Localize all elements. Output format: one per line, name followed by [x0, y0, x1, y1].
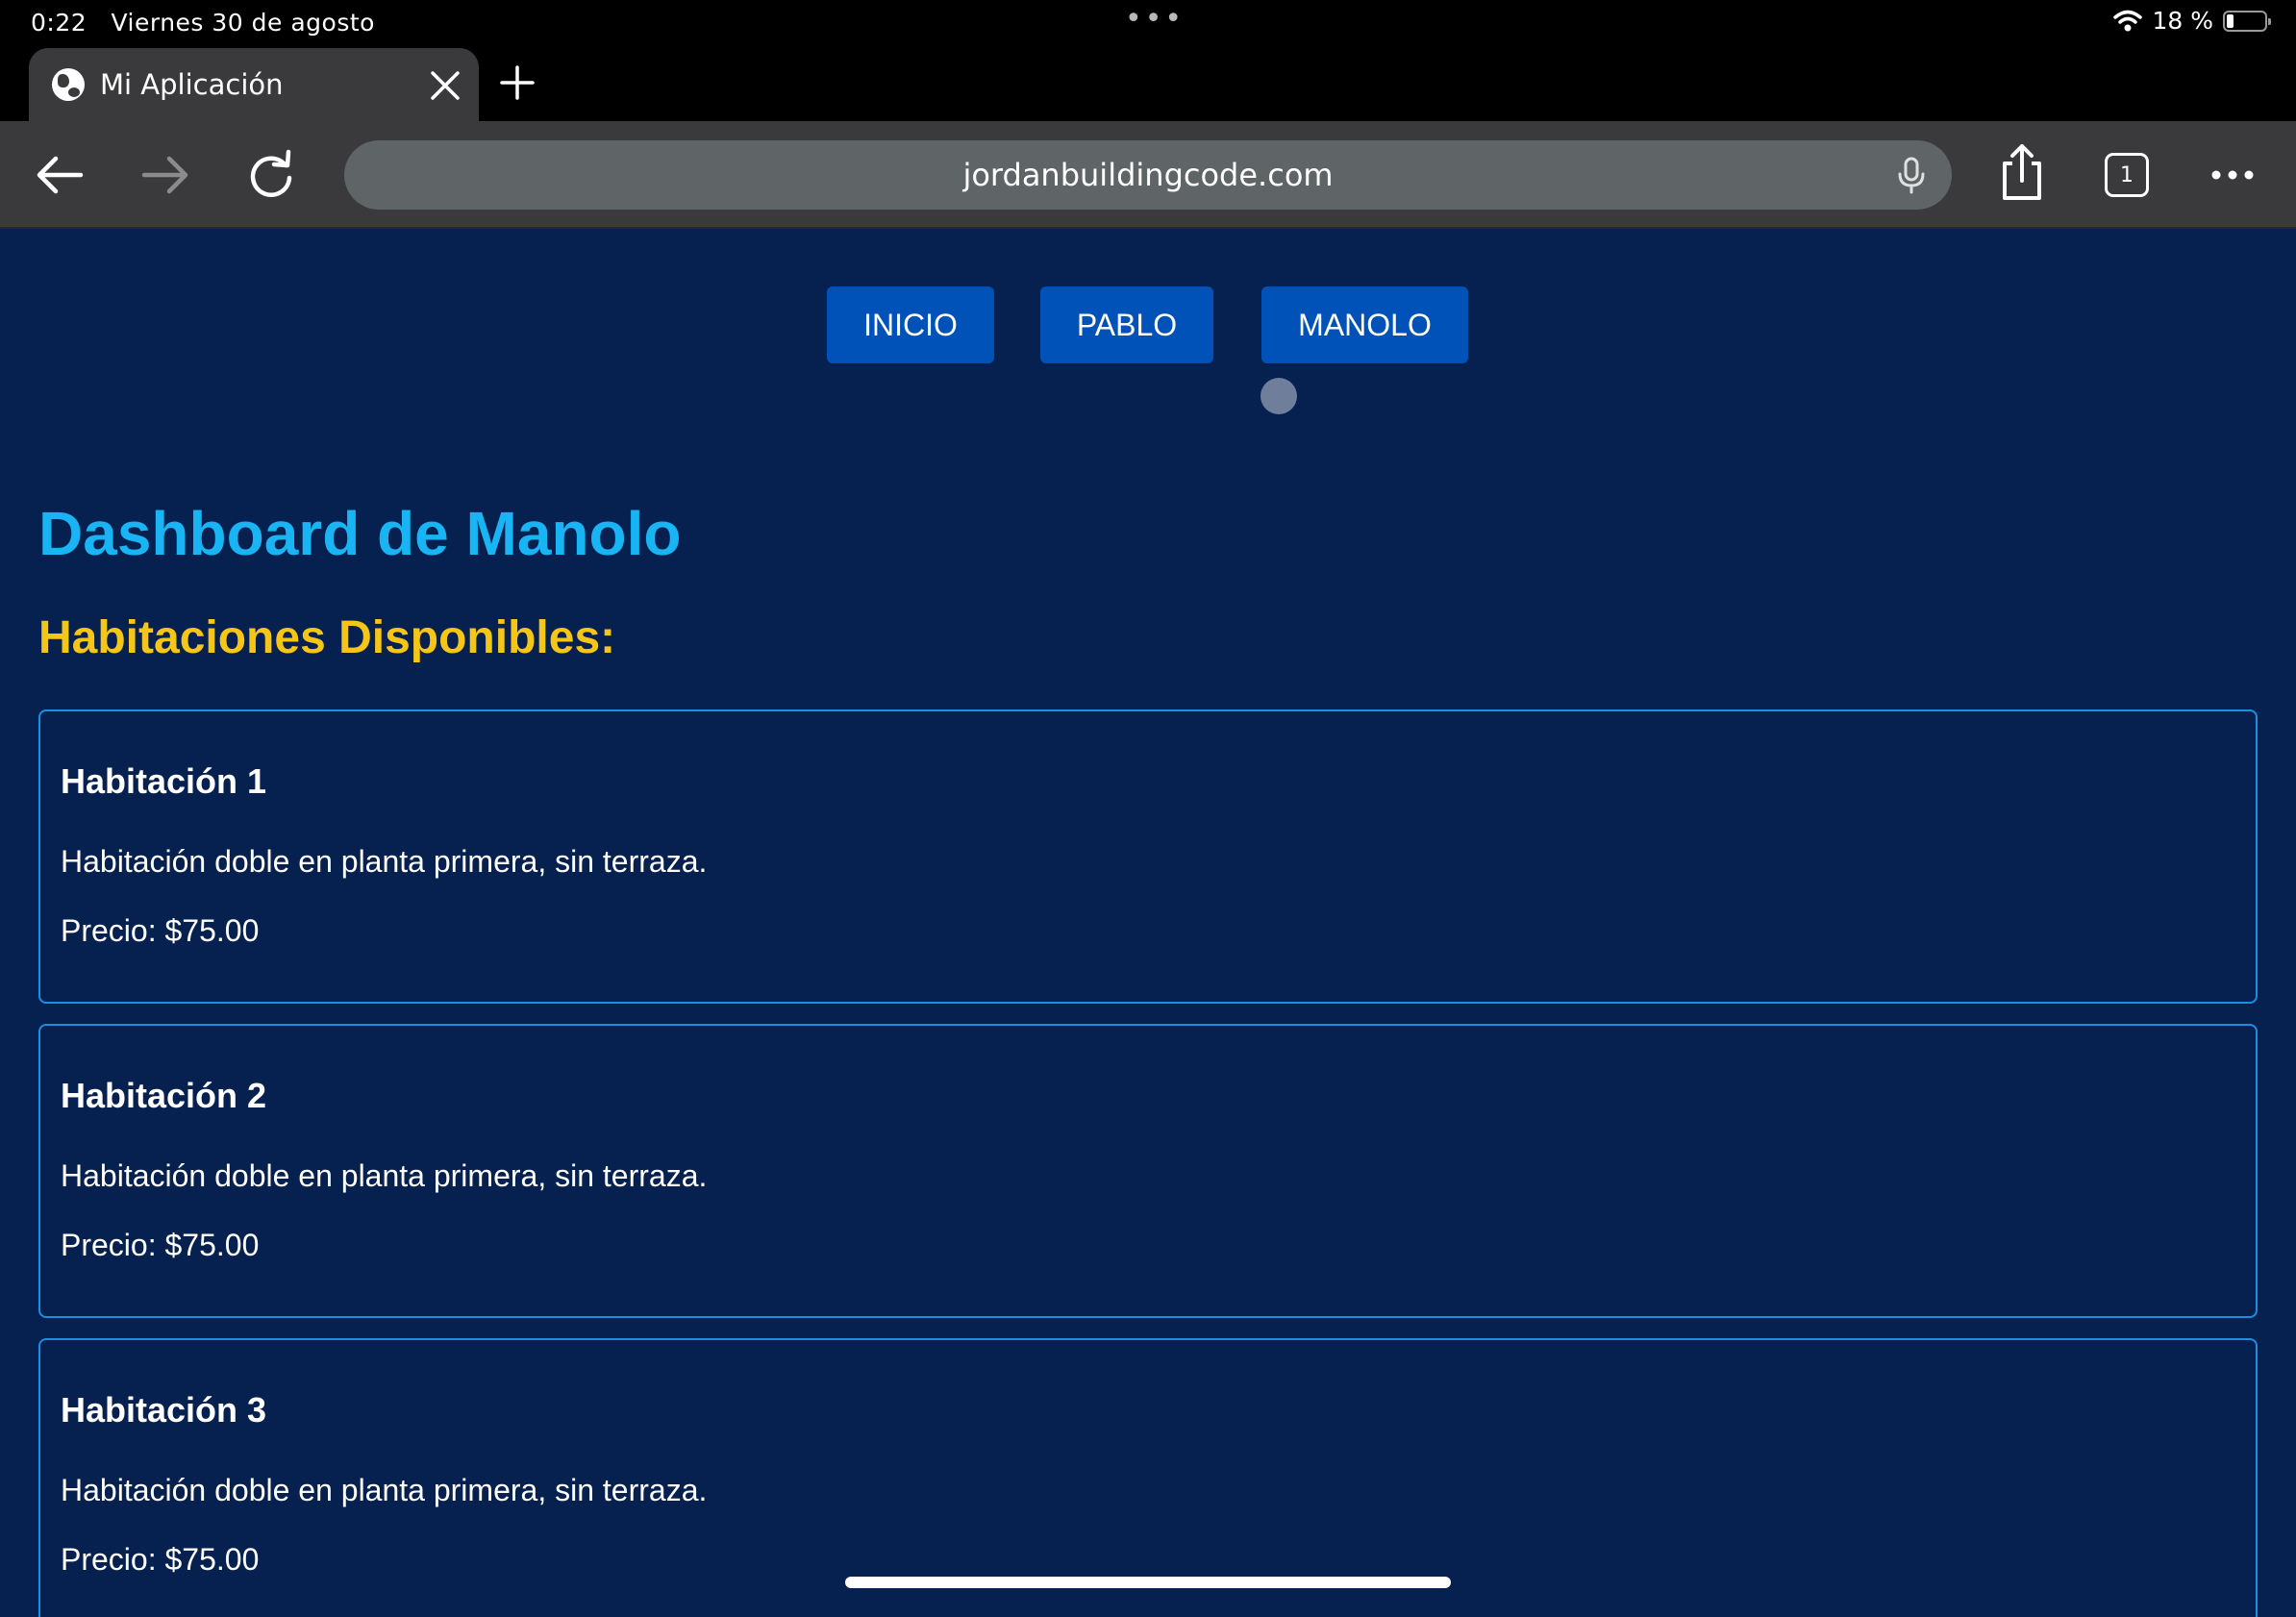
room-name: Habitación 2 — [61, 1076, 267, 1115]
wifi-icon — [2113, 10, 2143, 31]
tab-bar: Mi Aplicación — [0, 44, 2296, 121]
battery-fill — [2227, 13, 2234, 28]
plus-icon[interactable] — [498, 63, 537, 102]
room-name: Habitación 1 — [61, 761, 267, 801]
url-text: jordanbuildingcode.com — [962, 157, 1334, 193]
room-price: Precio: $75.00 — [61, 913, 260, 948]
page-content: INICIO PABLO MANOLO Dashboard de Manolo … — [0, 229, 2296, 1617]
battery-icon — [2223, 10, 2271, 32]
home-indicator[interactable] — [845, 1577, 1451, 1588]
main-nav: INICIO PABLO MANOLO — [0, 286, 2296, 363]
more-icon[interactable] — [2204, 146, 2261, 204]
tabs-count-button[interactable]: 1 — [2105, 153, 2149, 197]
room-price: Precio: $75.00 — [61, 1228, 260, 1262]
multitasking-dots[interactable]: ••• — [1125, 2, 1185, 36]
room-card: Habitación 2 Habitación doble en planta … — [38, 1024, 2258, 1318]
microphone-icon[interactable] — [1892, 156, 1931, 194]
globe-icon — [52, 68, 85, 101]
browser-toolbar: jordanbuildingcode.com 1 — [0, 121, 2296, 229]
room-price: Precio: $75.00 — [61, 1542, 260, 1577]
forward-arrow-icon[interactable] — [137, 146, 194, 204]
tab-title: Mi Aplicación — [100, 68, 284, 101]
room-card: Habitación 3 Habitación doble en planta … — [38, 1338, 2258, 1617]
share-icon[interactable] — [1993, 142, 2051, 204]
room-name: Habitación 3 — [61, 1390, 267, 1430]
room-description: Habitación doble en planta primera, sin … — [61, 844, 708, 879]
back-arrow-icon[interactable] — [31, 146, 88, 204]
reload-icon[interactable] — [242, 146, 300, 204]
room-description: Habitación doble en planta primera, sin … — [61, 1158, 708, 1193]
room-description: Habitación doble en planta primera, sin … — [61, 1473, 708, 1507]
section-subtitle: Habitaciones Disponibles: — [38, 612, 616, 663]
status-right: 18 % — [2113, 7, 2271, 35]
battery-percent: 18 % — [2152, 7, 2213, 35]
page-title: Dashboard de Manolo — [38, 499, 682, 568]
pointer-cursor — [1260, 378, 1297, 414]
url-bar[interactable]: jordanbuildingcode.com — [344, 140, 1952, 210]
status-bar: 0:22 Viernes 30 de agosto ••• 18 % — [0, 0, 2296, 44]
nav-pablo-button[interactable]: PABLO — [1040, 286, 1213, 363]
browser-tab[interactable]: Mi Aplicación — [29, 48, 479, 121]
status-time-date: 0:22 Viernes 30 de agosto — [31, 9, 375, 37]
nav-inicio-button[interactable]: INICIO — [827, 286, 994, 363]
room-card: Habitación 1 Habitación doble en planta … — [38, 709, 2258, 1004]
close-icon[interactable] — [429, 69, 462, 102]
nav-manolo-button[interactable]: MANOLO — [1261, 286, 1468, 363]
